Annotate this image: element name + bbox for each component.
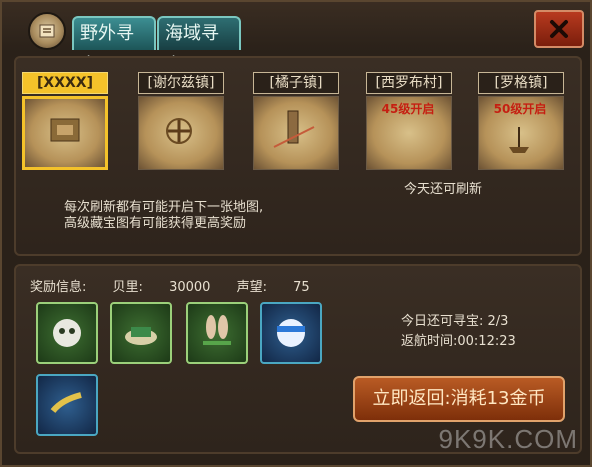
- map-label: [XXXX]: [22, 72, 108, 94]
- reward-item[interactable]: [260, 302, 322, 364]
- fame-value: 75: [293, 280, 310, 295]
- tab-field-treasure[interactable]: 野外寻宝: [72, 16, 156, 76]
- close-icon: [550, 20, 568, 38]
- reward-info: 奖励信息: 贝里: 30000 声望: 75: [30, 276, 332, 295]
- map-card-orange-town[interactable]: [橘子镇]: [253, 72, 339, 172]
- reward-item[interactable]: [36, 302, 98, 364]
- fame-label: 声望:: [236, 280, 267, 295]
- treasure-hunt-window: 野外寻宝 海域寻宝 [XXXX] [谢尔兹镇] [橘子镇] [西罗布村]: [0, 0, 592, 467]
- watermark: 9K9K.COM: [438, 424, 578, 454]
- reward-item[interactable]: [186, 302, 248, 364]
- gold-bracelet-icon: [50, 392, 82, 413]
- bunny-ears-icon: [203, 315, 231, 345]
- reward-item[interactable]: [110, 302, 172, 364]
- green-hat-icon: [125, 327, 157, 345]
- map-label: [罗格镇]: [478, 72, 564, 94]
- map-label: [橘子镇]: [253, 72, 339, 94]
- map-card-selected[interactable]: [XXXX]: [22, 72, 108, 172]
- map-card-syrup-village[interactable]: [西罗布村] 45级开启: [366, 72, 452, 172]
- unlock-level-text: 50级开启: [493, 102, 547, 116]
- map-card-loguetown[interactable]: [罗格镇] 50级开启: [478, 72, 564, 172]
- blue-bandana-icon: [277, 319, 305, 347]
- map-label: [谢尔兹镇]: [138, 72, 224, 94]
- treasure-remaining-text: 今日还可寻宝: 2/3: [401, 314, 509, 329]
- map-card-sherz[interactable]: [谢尔兹镇]: [138, 72, 224, 172]
- scroll-emblem-icon: [28, 12, 66, 50]
- tab-sea-treasure[interactable]: 海域寻宝: [157, 16, 241, 76]
- reward-item[interactable]: [36, 374, 98, 436]
- map-selection-panel: [XXXX] [谢尔兹镇] [橘子镇] [西罗布村] 45级开启 [罗格镇] 5…: [14, 56, 582, 256]
- berries-label: 贝里:: [112, 280, 143, 295]
- window-header: 野外寻宝 海域寻宝: [2, 2, 590, 76]
- skull-bandana-icon: [53, 319, 81, 347]
- treasure-map-icon: [138, 96, 224, 170]
- refresh-note-line2: 高级藏宝图有可能获得更高奖励: [64, 216, 247, 231]
- treasure-map-icon: [253, 96, 339, 170]
- berries-value: 30000: [169, 280, 211, 295]
- instant-return-button[interactable]: 立即返回:消耗13金币: [353, 376, 565, 422]
- map-label: [西罗布村]: [366, 72, 452, 94]
- close-button[interactable]: [534, 10, 584, 48]
- reward-label: 奖励信息:: [30, 280, 87, 295]
- treasure-map-icon: [22, 96, 108, 170]
- unlock-level-text: 45级开启: [381, 102, 435, 116]
- refresh-remaining-text: 今天还可刷新: [404, 182, 483, 197]
- return-time-text: 返航时间:00:12:23: [401, 334, 516, 349]
